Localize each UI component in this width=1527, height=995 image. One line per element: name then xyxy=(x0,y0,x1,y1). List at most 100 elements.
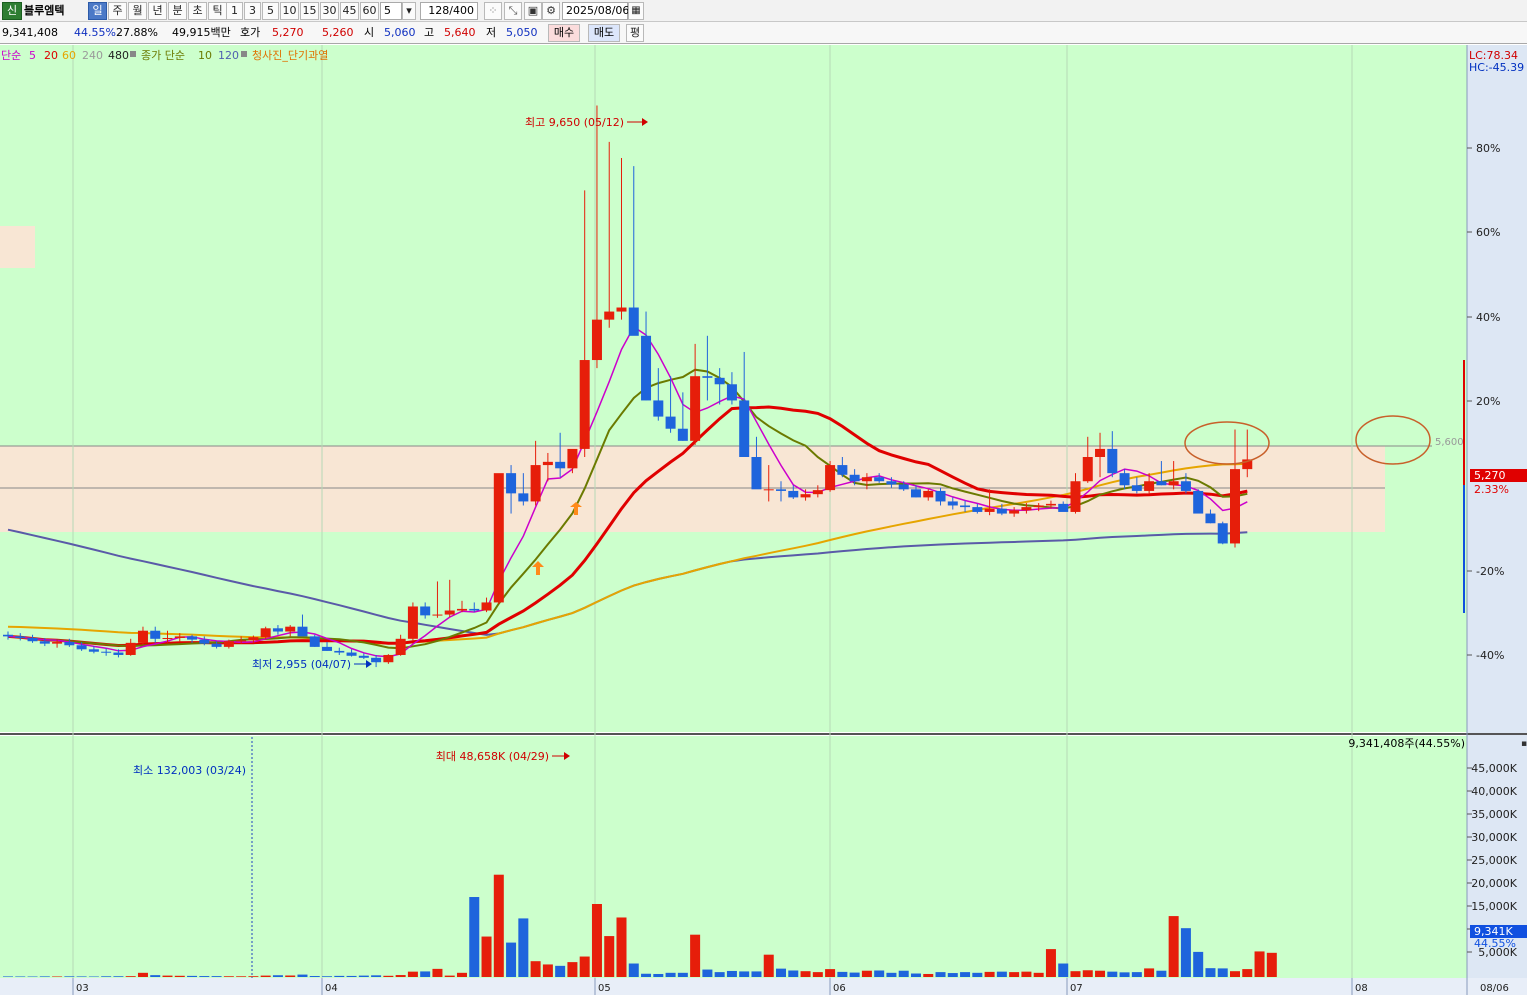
volume-bar xyxy=(763,954,774,977)
open-price: 5,060 xyxy=(384,26,416,39)
interval-button[interactable]: 45 xyxy=(340,2,359,20)
count-field[interactable]: 128/400 xyxy=(420,2,478,20)
volume-bar xyxy=(297,974,308,977)
interval-button[interactable]: 3 xyxy=(244,2,261,20)
candle-body xyxy=(714,377,725,385)
candle-body xyxy=(395,638,406,655)
candle-body xyxy=(518,493,529,502)
volume-bar xyxy=(776,968,787,977)
volume-bar xyxy=(972,972,983,977)
gear-icon[interactable]: ⚙ xyxy=(542,2,560,20)
candle-body xyxy=(137,630,148,643)
candle-body xyxy=(187,636,198,640)
candle-body xyxy=(199,639,210,644)
period-button[interactable]: 월 xyxy=(128,2,147,20)
indicator-legend[interactable]: 단순 5 20 60 240 480 종가 단순 10 120 청사진_단기과열 xyxy=(1,49,328,62)
save-icon[interactable]: ▣ xyxy=(524,2,542,20)
volume-bar xyxy=(1082,970,1093,977)
sell-button[interactable]: 매도 xyxy=(588,24,620,42)
date-label: 08/06 xyxy=(1480,983,1509,994)
buy-button[interactable]: 매수 xyxy=(548,24,580,42)
candle-body xyxy=(223,641,234,647)
volume-bar xyxy=(825,969,836,977)
period-button[interactable]: 틱 xyxy=(208,2,227,20)
percent-tick: 60% xyxy=(1476,226,1500,239)
overlay-box xyxy=(0,226,35,268)
interval-button[interactable]: 60 xyxy=(360,2,379,20)
volume-bar xyxy=(1021,971,1032,977)
candle-body xyxy=(923,490,934,498)
eval-button[interactable]: 평 xyxy=(626,24,644,42)
volume-bar xyxy=(628,963,639,977)
expand-icon[interactable]: ⤡ xyxy=(504,2,522,20)
volume-bar xyxy=(1193,951,1204,977)
chevron-down-icon[interactable]: ▾ xyxy=(402,2,416,20)
ma20-label: 20 xyxy=(44,49,58,62)
candle-body xyxy=(1168,481,1179,486)
grid-icon[interactable]: ⁘ xyxy=(484,2,502,20)
candle-body xyxy=(628,307,639,336)
ma240-label: 240 xyxy=(82,49,103,62)
resistance-label: 5,600 xyxy=(1435,437,1464,448)
candle-body xyxy=(763,489,774,491)
volume-bar xyxy=(714,972,725,977)
calendar-icon[interactable]: ▦ xyxy=(628,2,644,20)
candle-body xyxy=(15,636,26,638)
volume-bar xyxy=(162,975,173,977)
resistance-zone xyxy=(0,446,1385,532)
volume-bar xyxy=(358,975,369,977)
ma5-label: 5 xyxy=(29,49,36,62)
volume-bar xyxy=(996,971,1007,977)
volume-bar xyxy=(248,976,259,977)
interval-button[interactable]: 5 xyxy=(262,2,279,20)
volume-bar xyxy=(15,976,26,977)
volume-bar xyxy=(530,961,541,977)
volume-bar xyxy=(1254,951,1265,977)
volume-bar xyxy=(542,964,553,977)
current-change: 2.33% xyxy=(1474,483,1509,496)
candle-body xyxy=(236,640,247,642)
candle-body xyxy=(432,614,443,616)
volume-bar xyxy=(726,970,737,977)
candle-body xyxy=(898,484,909,490)
period-button[interactable]: 년 xyxy=(148,2,167,20)
stock-name[interactable]: 블루엠텍 xyxy=(24,3,82,19)
candle-body xyxy=(1180,481,1191,491)
candle-body xyxy=(555,461,566,469)
bid-price: 5,260 xyxy=(322,26,354,39)
volume-bar xyxy=(420,971,431,977)
interval-button[interactable]: 30 xyxy=(320,2,339,20)
interval-button[interactable]: 15 xyxy=(300,2,319,20)
candle-body xyxy=(1082,457,1093,482)
volume-bar xyxy=(260,975,271,977)
candle-body xyxy=(125,642,136,655)
date-field[interactable]: 2025/08/06 xyxy=(562,2,629,20)
volume-bar xyxy=(653,973,664,977)
ma120-label: 120 xyxy=(218,49,239,62)
volume-bar xyxy=(469,897,480,977)
candle-body xyxy=(1205,513,1216,524)
volume-bar xyxy=(567,962,578,977)
volume-bar xyxy=(101,976,112,977)
volume-bar xyxy=(456,972,467,977)
candle-body xyxy=(334,650,345,653)
candle-body xyxy=(1070,481,1081,512)
candle-body xyxy=(996,508,1007,514)
candle-body xyxy=(1193,490,1204,514)
interval-select[interactable]: 5 xyxy=(380,2,402,20)
volume-menu-icon[interactable]: ▪ xyxy=(1521,739,1527,749)
volume-bar xyxy=(322,976,333,977)
candle-body xyxy=(604,311,615,320)
hoga-label: 호가 xyxy=(240,26,261,39)
volume-bar xyxy=(1009,972,1020,977)
interval-button[interactable]: 1 xyxy=(226,2,243,20)
period-button[interactable]: 초 xyxy=(188,2,207,20)
period-button[interactable]: 분 xyxy=(168,2,187,20)
amount-value: 49,915백만 xyxy=(172,26,231,39)
period-button[interactable]: 주 xyxy=(108,2,127,20)
volume-bar xyxy=(137,972,148,977)
stock-chart[interactable]: 5,600 최고 9,650 (05/12) 최저 2,955 (04/07) … xyxy=(0,45,1527,995)
candle-body xyxy=(1058,503,1069,512)
period-button[interactable]: 일 xyxy=(88,2,107,20)
interval-button[interactable]: 10 xyxy=(280,2,299,20)
